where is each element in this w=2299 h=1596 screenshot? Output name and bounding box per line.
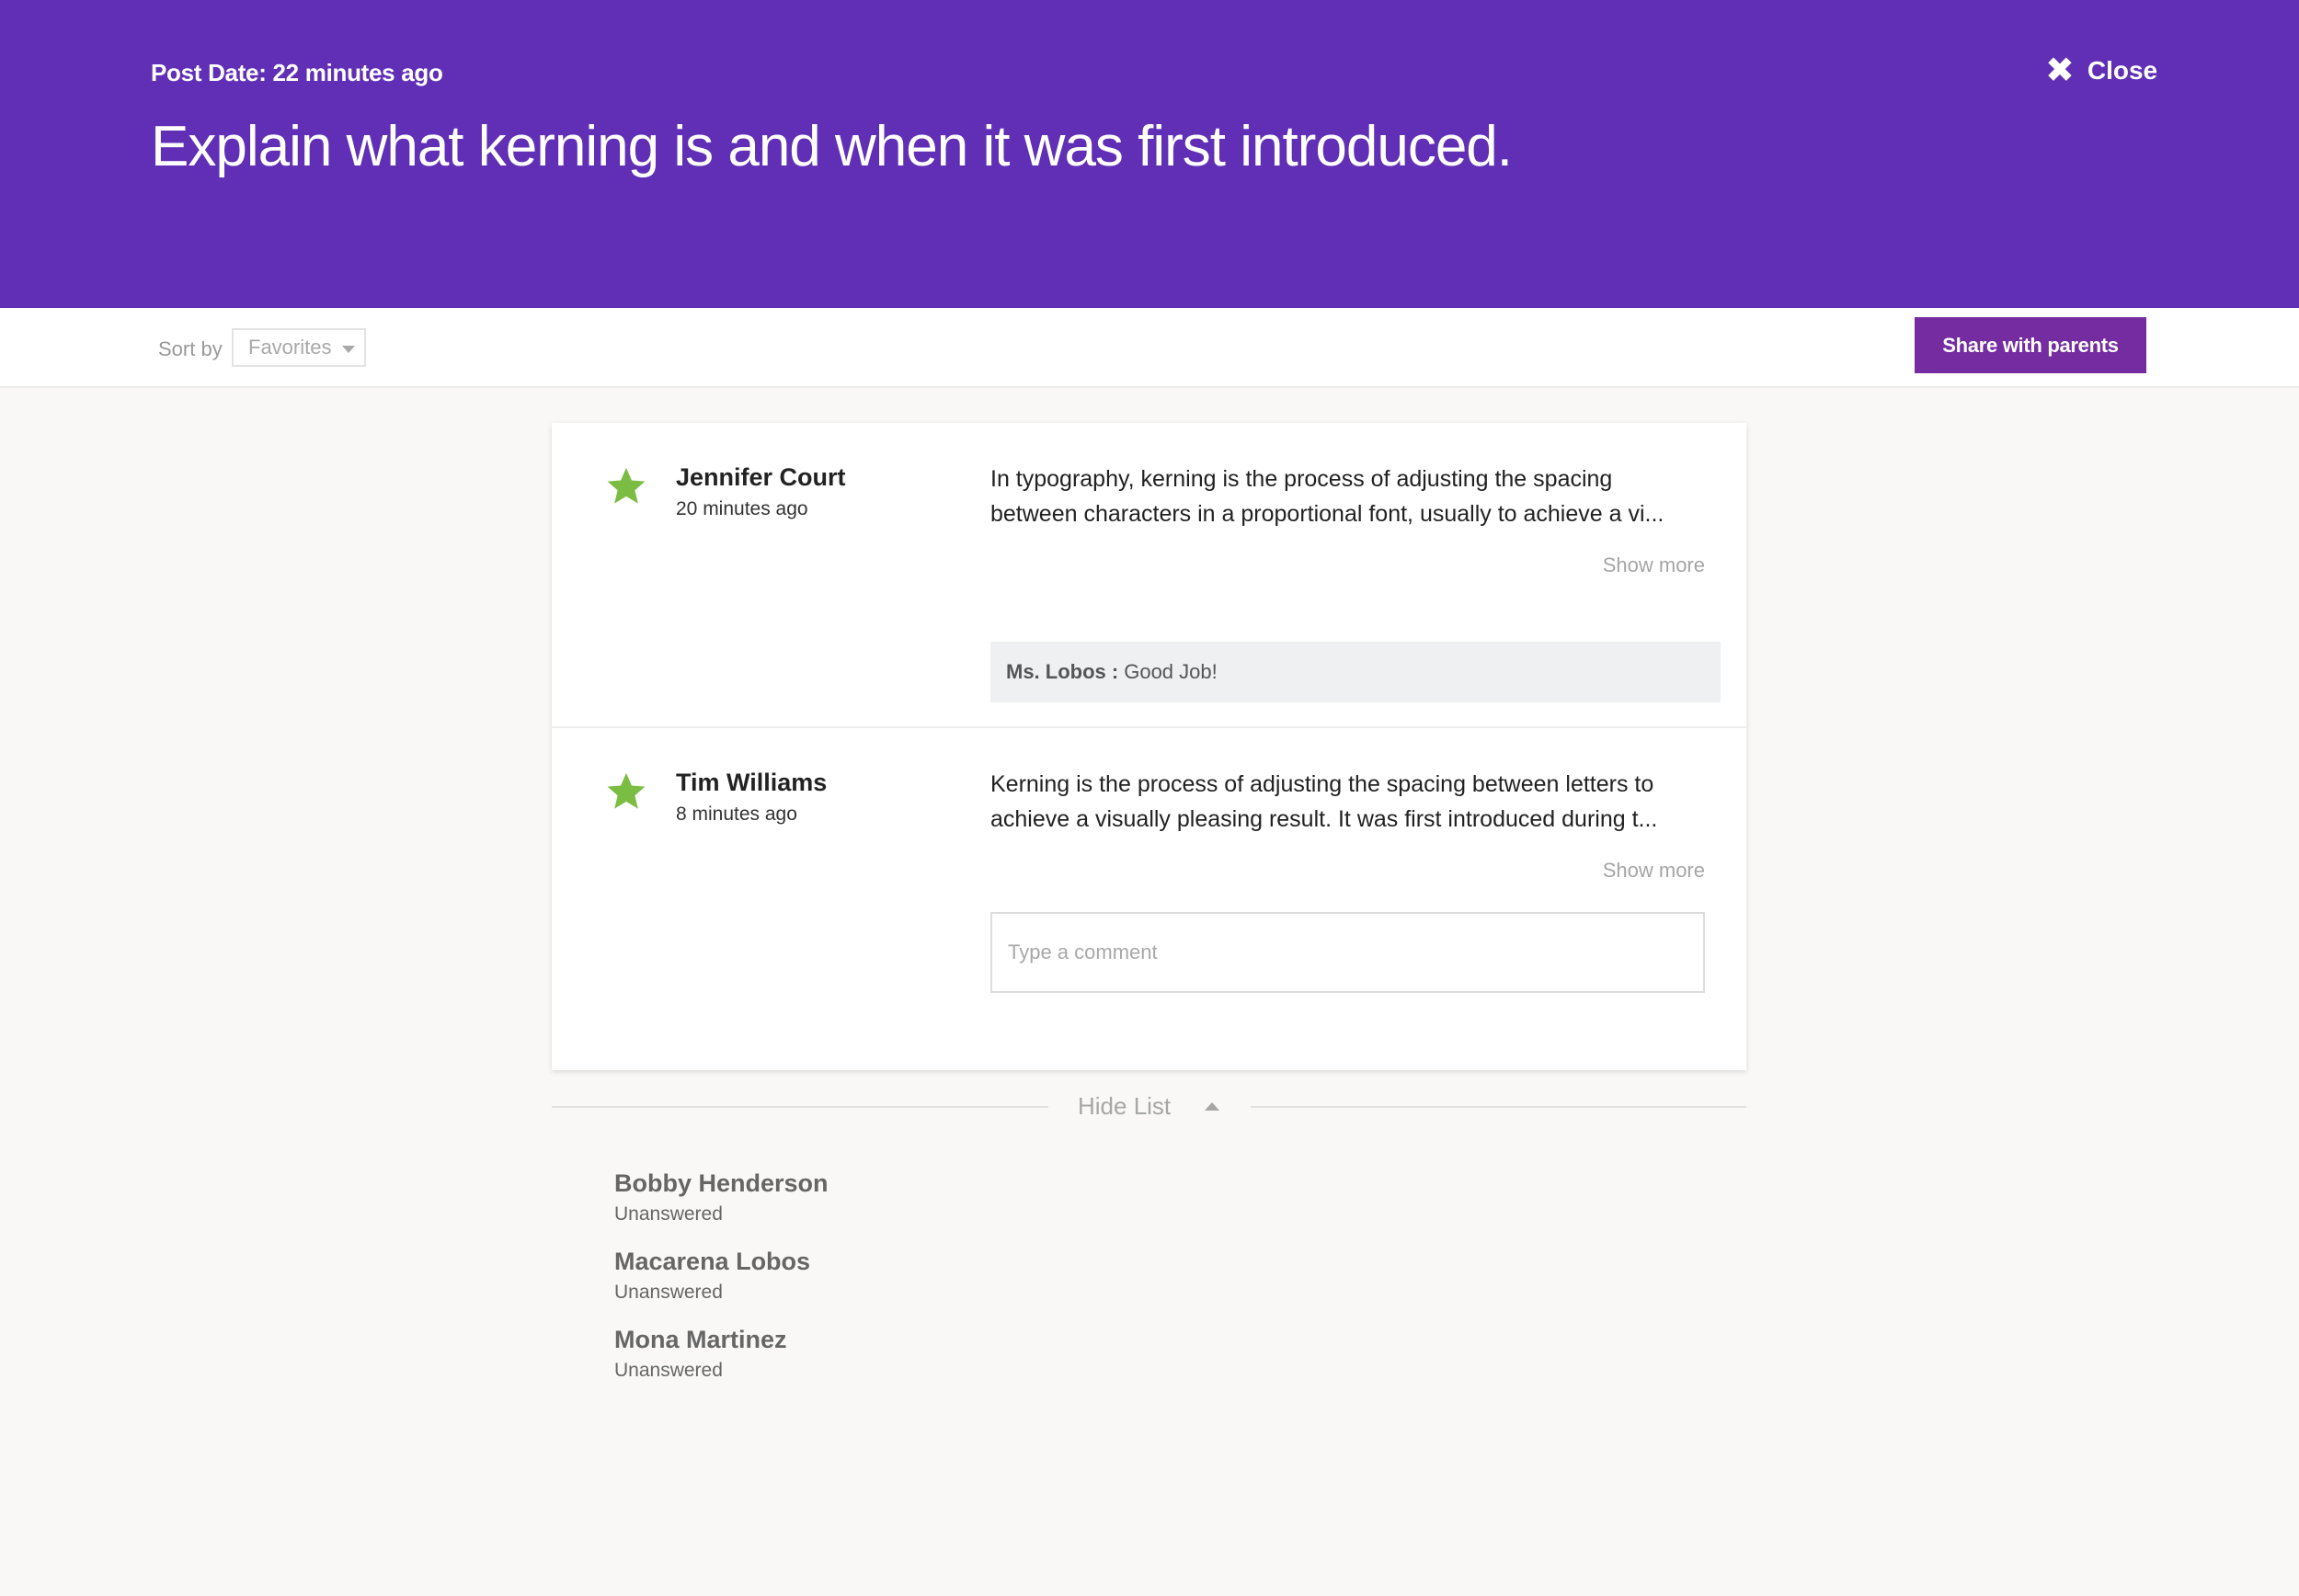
question-header: Post Date: 22 minutes ago Explain what k…: [0, 0, 2299, 308]
response-item: Jennifer Court 20 minutes ago In typogra…: [552, 423, 1746, 728]
sort-label: Sort by: [158, 337, 223, 360]
responses-card: Jennifer Court 20 minutes ago In typogra…: [552, 423, 1746, 1070]
toolbar: Sort by Favorites Share with parents: [0, 308, 2299, 388]
question-title: Explain what kerning is and when it was …: [151, 115, 1513, 178]
student-status: Unanswered: [614, 1360, 723, 1381]
close-icon: ✖: [2045, 51, 2075, 90]
comment-author: Ms. Lobos :: [1006, 660, 1119, 683]
response-answer: Kerning is the process of adjusting the …: [990, 767, 1708, 837]
star-icon[interactable]: [605, 465, 647, 507]
unanswered-list: Bobby Henderson Unanswered Macarena Lobo…: [614, 1169, 829, 1404]
close-button[interactable]: ✖ Close: [2045, 53, 2157, 88]
post-date: Post Date: 22 minutes ago: [151, 59, 443, 86]
hide-list-toggle[interactable]: Hide List: [1078, 1092, 1171, 1121]
chevron-up-icon[interactable]: [1205, 1102, 1219, 1111]
sort-dropdown[interactable]: Favorites: [232, 328, 366, 367]
response-item: Tim Williams 8 minutes ago Kerning is th…: [552, 728, 1746, 1070]
close-label: Close: [2087, 56, 2158, 85]
answer-line: In typography, kerning is the process of…: [990, 466, 1613, 492]
response-author: Tim Williams: [676, 769, 828, 796]
student-name: Bobby Henderson: [614, 1169, 829, 1197]
teacher-comment: Ms. Lobos : Good Job!: [990, 642, 1721, 702]
show-more-link[interactable]: Show more: [1603, 859, 1705, 883]
star-icon[interactable]: [605, 770, 647, 813]
show-more-link[interactable]: Show more: [1603, 553, 1705, 577]
divider-line: [552, 1106, 1048, 1108]
response-time: 8 minutes ago: [676, 804, 797, 825]
list-item: Macarena Lobos Unanswered: [614, 1248, 829, 1326]
answer-line: achieve a visually pleasing result. It w…: [990, 806, 1658, 832]
hide-list-divider: Hide List: [552, 1090, 1746, 1123]
comment-input[interactable]: [990, 912, 1705, 993]
answer-line: Kerning is the process of adjusting the …: [990, 771, 1654, 797]
response-answer: In typography, kerning is the process of…: [990, 462, 1708, 531]
response-author: Jennifer Court: [676, 463, 846, 491]
chevron-down-icon: [342, 346, 355, 353]
student-status: Unanswered: [614, 1282, 723, 1303]
list-item: Bobby Henderson Unanswered: [614, 1169, 829, 1248]
answer-line: between characters in a proportional fon…: [990, 501, 1664, 527]
response-time: 20 minutes ago: [676, 498, 808, 519]
list-item: Mona Martinez Unanswered: [614, 1326, 829, 1404]
divider-line: [1251, 1106, 1746, 1108]
share-with-parents-button[interactable]: Share with parents: [1915, 317, 2146, 373]
sort-selected-value: Favorites: [248, 336, 332, 359]
student-name: Mona Martinez: [614, 1326, 787, 1353]
comment-text: Good Job!: [1124, 660, 1218, 683]
student-name: Macarena Lobos: [614, 1248, 811, 1275]
student-status: Unanswered: [614, 1203, 723, 1225]
